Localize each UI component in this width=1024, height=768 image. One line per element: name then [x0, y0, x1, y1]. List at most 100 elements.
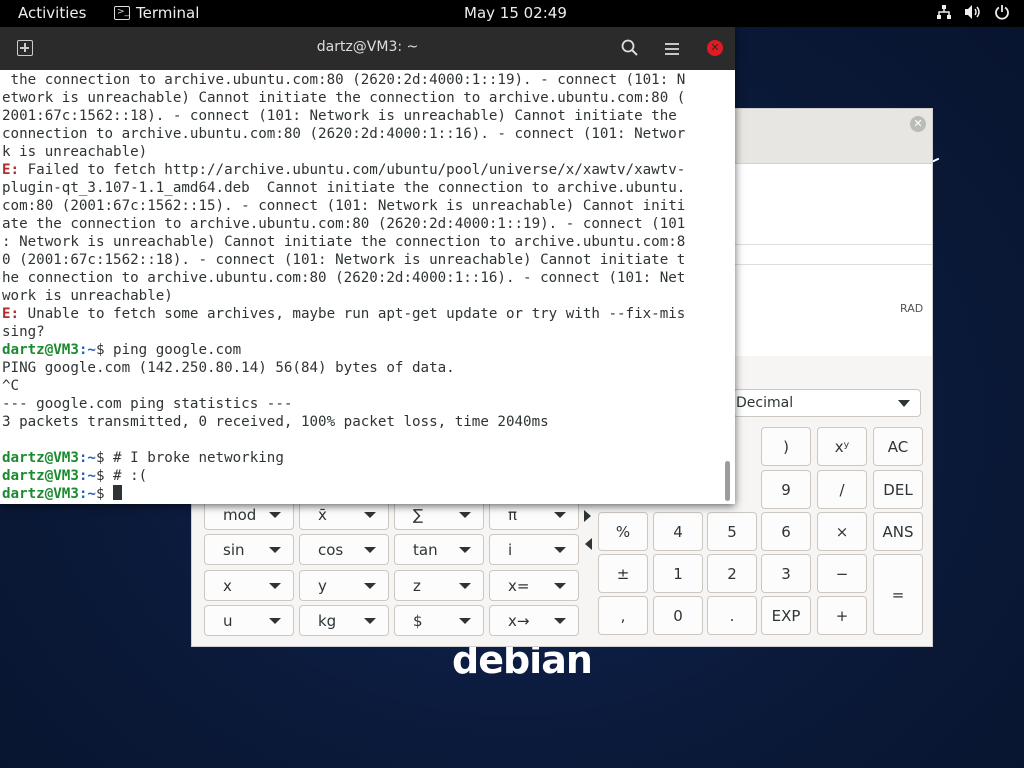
all-clear-button[interactable]: AC [873, 427, 923, 466]
decimal-button[interactable]: . [707, 596, 757, 635]
button-label: kg [318, 612, 337, 630]
multiply-button[interactable]: × [817, 512, 867, 551]
terminal-line: 3 packets transmitted, 0 received, 100% … [2, 414, 549, 430]
chevron-down-icon [554, 583, 566, 589]
chevron-down-icon [554, 547, 566, 553]
terminal-line: plugin-qt_3.107-1.1_amd64.deb Cannot ini… [2, 180, 686, 196]
volume-icon [964, 4, 982, 20]
digit-9-button[interactable]: 9 [761, 470, 811, 509]
prompt-user: dartz@VM3 [2, 486, 79, 502]
digit-6-button[interactable]: 6 [761, 512, 811, 551]
digit-4-button[interactable]: 4 [653, 512, 703, 551]
kg-button[interactable]: kg [299, 605, 389, 636]
close-paren-button[interactable]: ) [761, 427, 811, 466]
plus-minus-button[interactable]: ± [598, 554, 648, 593]
button-label: z [413, 577, 421, 595]
terminal-scrollbar[interactable] [725, 461, 730, 501]
button-label: π [508, 506, 518, 524]
terminal-line: etwork is unreachable) Cannot initiate t… [2, 90, 686, 106]
comma-button[interactable]: , [598, 596, 648, 635]
button-label: $ [413, 612, 423, 630]
digit-3-button[interactable]: 3 [761, 554, 811, 593]
imaginary-button[interactable]: i [489, 534, 579, 565]
system-tray[interactable] [936, 4, 1010, 20]
var-z-button[interactable]: z [394, 570, 484, 601]
command-text: $ ping google.com [95, 342, 242, 358]
terminal-header[interactable]: dartz@VM3: ~ ✕ [0, 27, 735, 70]
chevron-down-icon [554, 512, 566, 518]
power-button[interactable]: xʸ [817, 427, 867, 466]
number-format-value: Decimal [736, 395, 794, 411]
search-icon[interactable] [621, 39, 639, 61]
number-format-select[interactable]: Decimal [733, 389, 921, 417]
percent-button[interactable]: % [598, 512, 648, 551]
angle-unit-label: RAD [900, 302, 924, 315]
tan-button[interactable]: tan [394, 534, 484, 565]
digit-0-button[interactable]: 0 [653, 596, 703, 635]
button-label: x [223, 577, 232, 595]
digit-2-button[interactable]: 2 [707, 554, 757, 593]
delete-button[interactable]: DEL [873, 470, 923, 509]
power-icon [994, 4, 1010, 20]
terminal-window[interactable]: dartz@VM3: ~ ✕ the connection to archive… [0, 27, 735, 504]
previous-page-icon[interactable] [585, 538, 592, 550]
cos-button[interactable]: cos [299, 534, 389, 565]
clock[interactable]: May 15 02:49 [464, 4, 567, 22]
terminal-output[interactable]: the connection to archive.ubuntu.com:80 … [2, 71, 722, 503]
terminal-close-icon[interactable]: ✕ [707, 40, 723, 56]
button-label: y [318, 577, 327, 595]
terminal-line: sing? [2, 324, 45, 340]
terminal-icon: >_ [114, 6, 130, 20]
app-menu[interactable]: >_ Terminal [114, 4, 199, 22]
line-text: Failed to fetch http://archive.ubuntu.co… [19, 162, 686, 178]
terminal-line: 2001:67c:1562::18). - connect (101: Netw… [2, 108, 677, 124]
terminal-line: PING google.com (142.250.80.14) 56(84) b… [2, 360, 455, 376]
sin-button[interactable]: sin [204, 534, 294, 565]
terminal-line: ^C [2, 378, 20, 394]
terminal-line: k is unreachable) [2, 144, 148, 160]
hamburger-menu-icon[interactable] [664, 41, 680, 60]
terminal-line: 0 (2001:67c:1562::18). - connect (101: N… [2, 252, 686, 268]
button-label: x→ [508, 612, 530, 630]
var-y-button[interactable]: y [299, 570, 389, 601]
terminal-line: dartz@VM3:~$ # :( [2, 467, 722, 485]
prompt-user: dartz@VM3 [2, 342, 79, 358]
digit-5-button[interactable]: 5 [707, 512, 757, 551]
button-label: mod [223, 506, 257, 524]
chevron-down-icon [269, 512, 281, 518]
assign-button[interactable]: x= [489, 570, 579, 601]
subtract-button[interactable]: − [817, 554, 867, 593]
next-page-icon[interactable] [584, 510, 591, 522]
convert-button[interactable]: x→ [489, 605, 579, 636]
divide-button[interactable]: / [817, 470, 867, 509]
chevron-down-icon [269, 547, 281, 553]
terminal-line: ate the connection to archive.ubuntu.com… [2, 216, 686, 232]
chevron-down-icon [459, 583, 471, 589]
chevron-down-icon [364, 512, 376, 518]
exp-button[interactable]: EXP [761, 596, 811, 635]
button-label: x= [508, 577, 530, 595]
activities-button[interactable]: Activities [18, 4, 86, 22]
button-label: i [508, 541, 513, 559]
terminal-line: work is unreachable) [2, 288, 173, 304]
var-x-button[interactable]: x [204, 570, 294, 601]
terminal-line: --- google.com ping statistics --- [2, 396, 293, 412]
chevron-down-icon [364, 547, 376, 553]
calculator-close-icon[interactable]: ✕ [910, 116, 926, 132]
terminal-line: the connection to archive.ubuntu.com:80 … [2, 72, 686, 88]
add-button[interactable]: + [817, 596, 867, 635]
answer-button[interactable]: ANS [873, 512, 923, 551]
command-text: $ # :( [95, 468, 148, 484]
digit-1-button[interactable]: 1 [653, 554, 703, 593]
network-icon [936, 4, 952, 20]
prompt-path: :~ [78, 342, 96, 358]
app-menu-label: Terminal [136, 4, 200, 22]
text-cursor [113, 485, 123, 500]
equals-button[interactable]: = [873, 554, 923, 635]
terminal-line: dartz@VM3:~$ # I broke networking [2, 449, 722, 467]
terminal-line: connection to archive.ubuntu.com:80 (262… [2, 126, 686, 142]
currency-button[interactable]: $ [394, 605, 484, 636]
unit-button[interactable]: u [204, 605, 294, 636]
prompt-path: :~ [78, 486, 96, 502]
prompt-path: :~ [78, 468, 96, 484]
